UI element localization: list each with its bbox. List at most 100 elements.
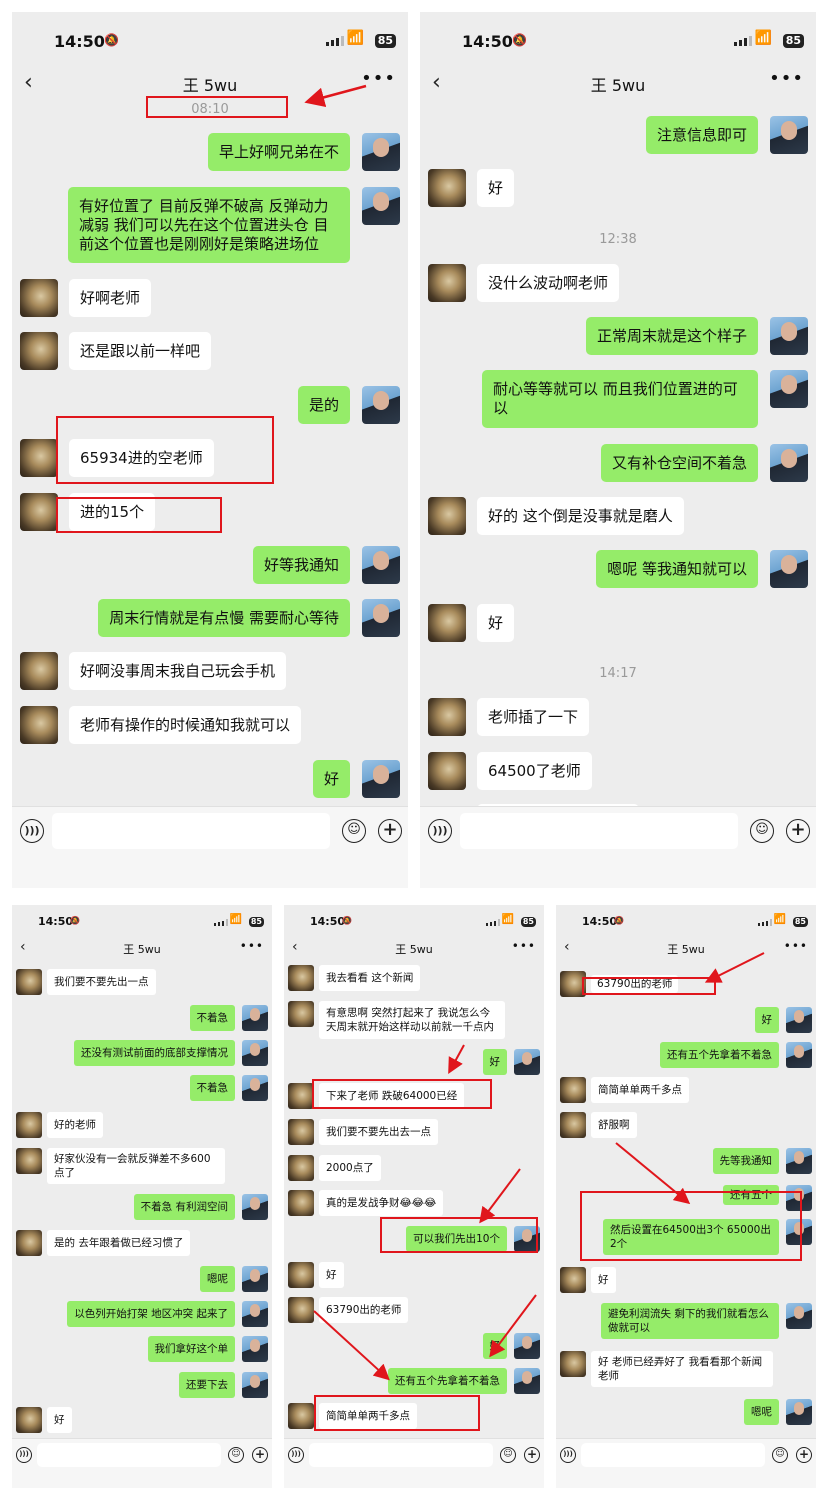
message-bubble-sent[interactable]: 嗯呢	[200, 1266, 235, 1292]
message-bubble-received[interactable]: 63790出的老师	[319, 1297, 409, 1323]
contact-avatar[interactable]	[288, 1190, 314, 1216]
contact-avatar[interactable]	[20, 652, 58, 690]
contact-avatar[interactable]	[288, 1262, 314, 1288]
my-avatar[interactable]	[770, 317, 808, 355]
my-avatar[interactable]	[770, 550, 808, 588]
contact-avatar[interactable]	[560, 1267, 586, 1293]
my-avatar[interactable]	[514, 1333, 540, 1359]
my-avatar[interactable]	[362, 760, 400, 798]
message-bubble-sent[interactable]: 不着急	[189, 1005, 235, 1031]
voice-icon[interactable]: )))	[20, 819, 44, 843]
contact-avatar[interactable]	[16, 1112, 42, 1138]
emoji-icon[interactable]: ☺	[772, 1447, 788, 1463]
contact-avatar[interactable]	[560, 1077, 586, 1103]
message-bubble-received[interactable]: 好的老师	[47, 1112, 103, 1138]
message-bubble-sent[interactable]: 还要下去	[179, 1372, 235, 1398]
my-avatar[interactable]	[242, 1336, 268, 1362]
message-bubble-received[interactable]: 好	[319, 1262, 344, 1288]
contact-avatar[interactable]	[20, 493, 58, 531]
contact-avatar[interactable]	[560, 1351, 586, 1377]
message-bubble-sent[interactable]: 注意信息即可	[645, 116, 758, 154]
my-avatar[interactable]	[362, 133, 400, 171]
contact-avatar[interactable]	[428, 604, 466, 642]
contact-avatar[interactable]	[428, 752, 466, 790]
message-bubble-sent[interactable]: 好	[482, 1333, 507, 1359]
message-bubble-sent[interactable]: 又有补仓空间不着急	[600, 444, 758, 482]
contact-avatar[interactable]	[288, 1403, 314, 1429]
message-bubble-sent[interactable]: 先等我通知	[712, 1148, 779, 1174]
message-bubble-sent[interactable]: 不着急 有利润空间	[133, 1194, 235, 1220]
voice-icon[interactable]: )))	[16, 1447, 32, 1463]
my-avatar[interactable]	[242, 1040, 268, 1066]
plus-icon[interactable]: +	[796, 1447, 812, 1463]
contact-avatar[interactable]	[288, 1001, 314, 1027]
message-bubble-sent[interactable]: 嗯呢 等我通知就可以	[596, 550, 758, 588]
message-bubble-sent[interactable]: 还有五个先拿着不着急	[660, 1042, 779, 1068]
message-bubble-sent[interactable]: 以色列开始打架 地区冲突 起来了	[67, 1301, 235, 1327]
more-icon[interactable]: •••	[769, 68, 804, 89]
message-bubble-received[interactable]: 好 老师已经弄好了 我看看那个新闻老师	[591, 1351, 773, 1387]
my-avatar[interactable]	[786, 1303, 812, 1329]
my-avatar[interactable]	[514, 1049, 540, 1075]
contact-avatar[interactable]	[288, 965, 314, 991]
contact-avatar[interactable]	[16, 1230, 42, 1256]
message-input[interactable]	[309, 1443, 493, 1467]
contact-avatar[interactable]	[428, 497, 466, 535]
message-bubble-sent[interactable]: 嗯呢	[744, 1399, 779, 1425]
message-bubble-received[interactable]: 舒服啊	[591, 1112, 637, 1138]
message-bubble-received[interactable]: 真的是发战争财😂😂😂	[319, 1190, 444, 1216]
contact-avatar[interactable]	[20, 279, 58, 317]
message-input[interactable]	[460, 813, 738, 849]
my-avatar[interactable]	[242, 1194, 268, 1220]
my-avatar[interactable]	[362, 599, 400, 637]
message-bubble-sent[interactable]: 我们拿好这个单	[147, 1336, 235, 1362]
message-bubble-received[interactable]: 好	[591, 1267, 616, 1293]
my-avatar[interactable]	[362, 386, 400, 424]
message-bubble-sent[interactable]: 不着急	[189, 1075, 235, 1101]
message-bubble-received[interactable]: 64500了老师	[477, 752, 592, 790]
message-bubble-sent[interactable]: 好等我通知	[252, 546, 350, 584]
message-bubble-received[interactable]: 我们要不要先出去一点	[319, 1119, 438, 1145]
emoji-icon[interactable]: ☺	[750, 819, 774, 843]
contact-avatar[interactable]	[16, 969, 42, 995]
contact-avatar[interactable]	[288, 1119, 314, 1145]
my-avatar[interactable]	[786, 1007, 812, 1033]
message-bubble-sent[interactable]: 正常周末就是这个样子	[585, 317, 758, 355]
message-bubble-received[interactable]: 好的 这个倒是没事就是磨人	[477, 497, 684, 535]
emoji-icon[interactable]: ☺	[342, 819, 366, 843]
contact-avatar[interactable]	[16, 1148, 42, 1174]
contact-avatar[interactable]	[288, 1155, 314, 1181]
plus-icon[interactable]: +	[378, 819, 402, 843]
my-avatar[interactable]	[362, 187, 400, 225]
my-avatar[interactable]	[770, 116, 808, 154]
my-avatar[interactable]	[242, 1372, 268, 1398]
my-avatar[interactable]	[770, 370, 808, 408]
contact-avatar[interactable]	[20, 439, 58, 477]
message-bubble-received[interactable]: 简简单单两千多点	[591, 1077, 689, 1103]
message-input[interactable]	[52, 813, 330, 849]
contact-avatar[interactable]	[428, 264, 466, 302]
message-bubble-received[interactable]: 2000点了	[319, 1155, 381, 1181]
contact-avatar[interactable]	[288, 1297, 314, 1323]
message-input[interactable]	[581, 1443, 765, 1467]
message-bubble-sent[interactable]: 耐心等等就可以 而且我们位置进的可以	[482, 370, 758, 428]
more-icon[interactable]: •••	[512, 939, 536, 953]
message-bubble-sent[interactable]: 还没有测试前面的底部支撑情况	[74, 1040, 235, 1066]
more-icon[interactable]: •••	[784, 939, 808, 953]
emoji-icon[interactable]: ☺	[228, 1447, 244, 1463]
my-avatar[interactable]	[786, 1042, 812, 1068]
contact-avatar[interactable]	[20, 706, 58, 744]
more-icon[interactable]: •••	[361, 68, 396, 89]
my-avatar[interactable]	[242, 1075, 268, 1101]
message-bubble-sent[interactable]: 避免利润流失 剩下的我们就看怎么做就可以	[601, 1303, 779, 1339]
my-avatar[interactable]	[362, 546, 400, 584]
message-bubble-sent[interactable]: 好	[754, 1007, 779, 1033]
contact-avatar[interactable]	[428, 698, 466, 736]
voice-icon[interactable]: )))	[560, 1447, 576, 1463]
message-bubble-received[interactable]: 好啊没事周末我自己玩会手机	[69, 652, 287, 690]
plus-icon[interactable]: +	[786, 819, 810, 843]
message-bubble-received[interactable]: 是的 去年跟着做已经习惯了	[47, 1230, 191, 1256]
my-avatar[interactable]	[242, 1266, 268, 1292]
contact-avatar[interactable]	[288, 1083, 314, 1109]
message-bubble-received[interactable]: 还是跟以前一样吧	[69, 332, 212, 370]
